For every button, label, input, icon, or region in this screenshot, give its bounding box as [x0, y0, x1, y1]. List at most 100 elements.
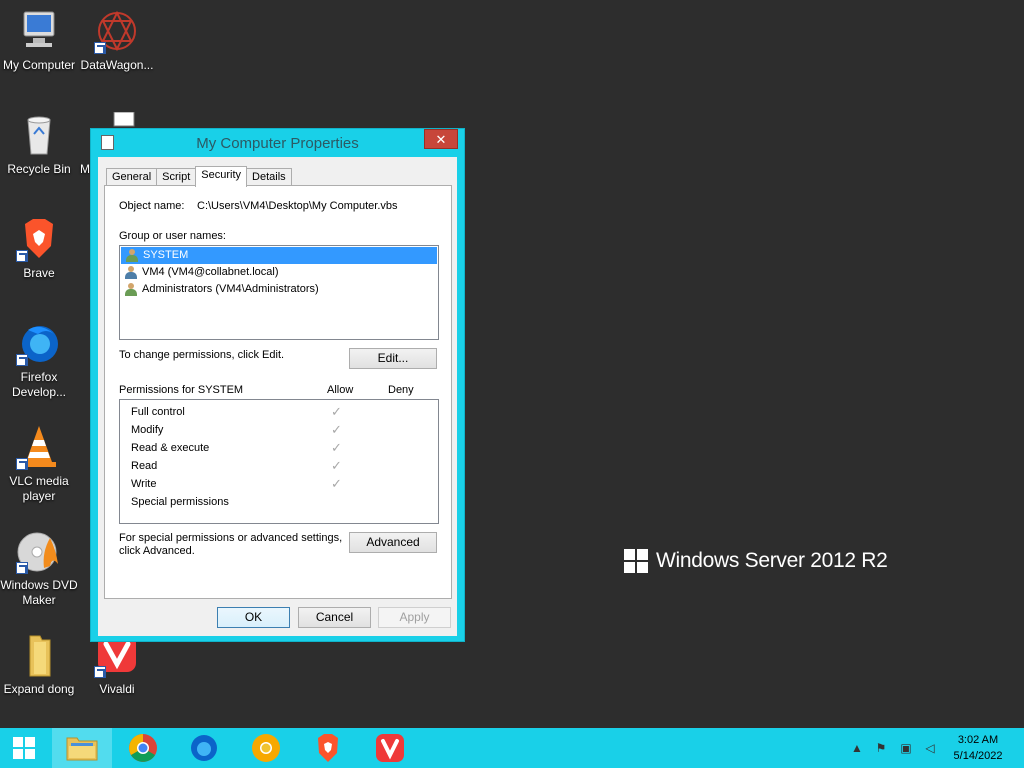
desktop-icon-recycle-bin[interactable]: Recycle Bin	[0, 112, 78, 177]
dvd-maker-icon	[16, 528, 62, 574]
apply-button[interactable]: Apply	[378, 607, 451, 628]
list-item[interactable]: VM4 (VM4@collabnet.local)	[120, 264, 438, 281]
computer-icon	[16, 8, 62, 54]
windows-logo-icon	[624, 549, 648, 573]
watermark-text: Windows Server 2012 R2	[656, 549, 888, 572]
dialog-titlebar[interactable]: My Computer Properties ✕	[91, 129, 464, 157]
allow-header: Allow	[327, 384, 354, 396]
taskbar-vivaldi[interactable]	[360, 728, 420, 768]
user-name: VM4 (VM4@collabnet.local)	[142, 266, 279, 278]
allow-check-icon: ✓	[331, 404, 342, 419]
permission-name: Full control	[131, 406, 185, 418]
tab-general[interactable]: General	[106, 168, 158, 186]
object-name-label: Object name:	[119, 200, 185, 212]
desktop-icon-vlc[interactable]: VLC media player	[0, 424, 78, 504]
shortcut-arrow-icon	[16, 250, 28, 262]
desktop-icon-dvd-maker[interactable]: Windows DVD Maker	[0, 528, 78, 608]
permissions-for-label: Permissions for SYSTEM	[119, 384, 244, 396]
permission-name: Modify	[131, 424, 164, 436]
windows-logo-icon	[13, 737, 35, 759]
special-permissions-text: For special permissions or advanced sett…	[119, 532, 343, 544]
permission-name: Read	[131, 460, 158, 472]
tab-script[interactable]: Script	[156, 168, 197, 186]
properties-dialog: My Computer Properties ✕ General Script …	[90, 128, 465, 642]
action-center-flag-icon[interactable]: ⚑	[874, 741, 888, 755]
taskbar-clock[interactable]: 3:02 AM 5/14/2022	[948, 732, 1008, 764]
dialog-title: My Computer Properties	[196, 135, 359, 152]
brave-icon	[318, 734, 338, 762]
permission-name: Special permissions	[131, 496, 229, 508]
desktop-icon-my-computer[interactable]: My Computer	[0, 8, 78, 73]
recycle-bin-icon	[16, 112, 62, 158]
permissions-list[interactable]: Full control ✓ Modify ✓ Read & execute ✓…	[119, 399, 439, 524]
taskbar-chrome[interactable]	[113, 728, 173, 768]
desktop-icon-label: Vivaldi	[99, 682, 135, 696]
group-icon	[124, 283, 138, 296]
firefox-developer-icon	[191, 735, 217, 761]
desktop-icon-label: VLC media player	[9, 474, 69, 503]
file-explorer-icon	[66, 737, 98, 761]
firefox-developer-icon	[16, 320, 62, 366]
os-watermark: Windows Server 2012 R2	[624, 549, 888, 573]
desktop-icon-label: My Computer	[2, 58, 76, 72]
desktop-icon-label: Recycle Bin	[7, 162, 71, 176]
show-hidden-icons-button[interactable]: ▲	[850, 741, 864, 755]
shortcut-arrow-icon	[16, 354, 28, 366]
shortcut-arrow-icon	[94, 666, 106, 678]
chrome-icon	[129, 734, 157, 762]
group-names-label: Group or user names:	[119, 230, 226, 242]
deny-header: Deny	[388, 384, 414, 396]
user-name: SYSTEM	[143, 249, 189, 261]
object-name-value: C:\Users\VM4\Desktop\My Computer.vbs	[197, 200, 398, 212]
tab-details[interactable]: Details	[246, 168, 292, 186]
desktop-icon-label: Windows DVD Maker	[0, 578, 78, 607]
taskbar-file-explorer[interactable]	[52, 728, 112, 768]
desktop-icon-firefox-dev[interactable]: Firefox Develop...	[0, 320, 78, 400]
permission-name: Read & execute	[131, 442, 210, 454]
close-button[interactable]: ✕	[424, 129, 458, 149]
vlc-icon	[16, 424, 62, 470]
taskbar-firefox-developer[interactable]	[174, 728, 234, 768]
chrome-canary-icon	[252, 734, 280, 762]
group-icon	[125, 249, 139, 262]
taskbar-brave[interactable]	[298, 728, 358, 768]
list-item[interactable]: SYSTEM	[121, 247, 437, 264]
user-icon	[124, 266, 138, 279]
datawagon-icon	[94, 8, 140, 54]
allow-check-icon: ✓	[331, 422, 342, 437]
volume-muted-icon[interactable]: ◁	[923, 741, 937, 755]
clock-date: 5/14/2022	[953, 750, 1003, 762]
desktop-icon-label: Brave	[23, 266, 55, 280]
shortcut-arrow-icon	[16, 562, 28, 574]
desktop-icon-datawagon[interactable]: DataWagon...	[78, 8, 156, 73]
security-panel: Object name: C:\Users\VM4\Desktop\My Com…	[104, 185, 452, 599]
users-listbox[interactable]: SYSTEM VM4 (VM4@collabnet.local) Adminis…	[119, 245, 439, 340]
vivaldi-icon	[376, 734, 404, 762]
brave-icon	[16, 216, 62, 262]
advanced-button[interactable]: Advanced	[349, 532, 437, 553]
desktop-icon-expand-dong[interactable]: Expand dong	[0, 632, 78, 697]
tab-strip: General Script Security Details	[106, 166, 292, 187]
allow-check-icon: ✓	[331, 476, 342, 491]
start-button[interactable]	[0, 728, 48, 768]
desktop-icon-brave[interactable]: Brave	[0, 216, 78, 281]
dialog-client: General Script Security Details Object n…	[98, 157, 457, 636]
cancel-button[interactable]: Cancel	[298, 607, 371, 628]
folder-icon	[16, 632, 62, 678]
edit-button[interactable]: Edit...	[349, 348, 437, 369]
desktop-icon-label: Expand dong	[3, 682, 75, 696]
taskbar-chrome-canary[interactable]	[236, 728, 296, 768]
change-permissions-text: To change permissions, click Edit.	[119, 349, 285, 361]
special-permissions-text-2: click Advanced.	[119, 545, 195, 557]
desktop-icon-label: Firefox Develop...	[11, 370, 67, 399]
user-name: Administrators (VM4\Administrators)	[142, 283, 319, 295]
network-icon[interactable]: ▣	[899, 741, 913, 755]
desktop-icon-label: DataWagon...	[80, 58, 154, 72]
ok-button[interactable]: OK	[217, 607, 290, 628]
clock-time: 3:02 AM	[957, 734, 999, 746]
allow-check-icon: ✓	[331, 458, 342, 473]
tab-security[interactable]: Security	[195, 166, 248, 187]
list-item[interactable]: Administrators (VM4\Administrators)	[120, 281, 438, 298]
taskbar: ▲ ⚑ ▣ ◁ 3:02 AM 5/14/2022	[0, 728, 1024, 768]
permission-name: Write	[131, 478, 157, 490]
